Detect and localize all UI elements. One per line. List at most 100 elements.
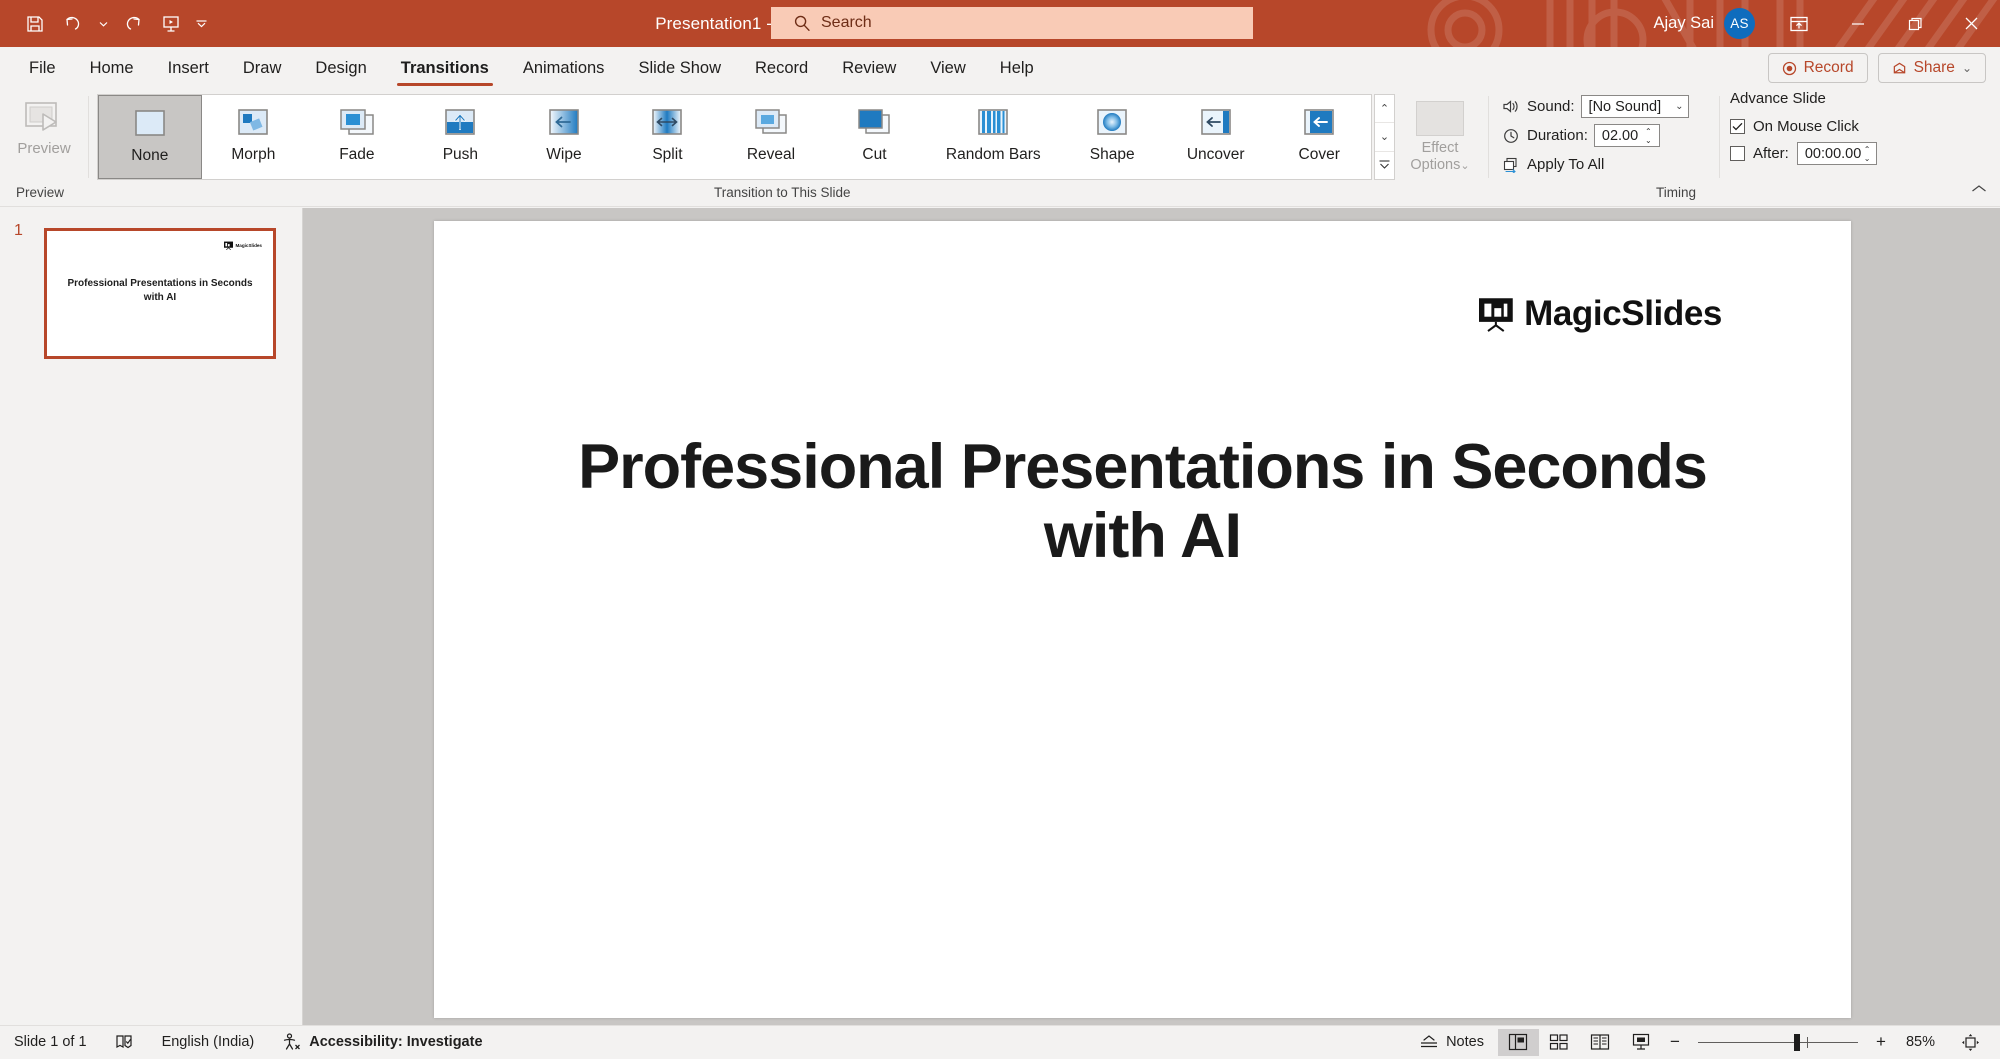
normal-view-button[interactable] [1498, 1029, 1539, 1056]
duration-input[interactable]: 02.00 ⌃⌄ [1594, 124, 1660, 147]
account-name[interactable]: Ajay Sai [1653, 14, 1714, 33]
sound-select[interactable]: [No Sound] ⌄ [1581, 95, 1689, 118]
tab-record[interactable]: Record [738, 47, 825, 89]
record-button[interactable]: Record [1768, 53, 1868, 83]
search-box[interactable]: Search [771, 7, 1253, 39]
tab-transitions[interactable]: Transitions [384, 47, 506, 89]
transition-tile-label: Uncover [1187, 146, 1245, 164]
tab-help[interactable]: Help [983, 47, 1051, 89]
gallery-scroll-down-button[interactable]: ⌄ [1375, 122, 1394, 150]
save-icon[interactable] [16, 6, 54, 42]
avatar[interactable]: AS [1724, 8, 1755, 39]
duration-stepper[interactable]: ⌃⌄ [1642, 124, 1655, 147]
slideshow-view-button[interactable] [1621, 1029, 1662, 1056]
transition-split-icon [645, 105, 689, 139]
notes-button[interactable]: Notes [1406, 1026, 1498, 1059]
collapse-ribbon-button[interactable] [1971, 182, 1987, 197]
zoom-out-button[interactable]: − [1662, 1032, 1688, 1052]
ribbon-display-options-icon[interactable] [1769, 0, 1829, 47]
language-label: English (India) [162, 1034, 255, 1050]
zoom-slider-thumb[interactable] [1794, 1034, 1800, 1051]
transition-tile-label: Fade [339, 146, 374, 164]
transition-morph-tile[interactable]: Morph [202, 95, 306, 179]
tab-slide-show[interactable]: Slide Show [621, 47, 738, 89]
chevron-down-bar-icon [1378, 160, 1391, 171]
group-divider [1719, 96, 1720, 178]
share-caret-icon[interactable]: ⌄ [1962, 61, 1972, 75]
transition-cut-tile[interactable]: Cut [823, 95, 927, 179]
group-divider [88, 96, 89, 178]
on-mouse-click-row[interactable]: On Mouse Click [1730, 113, 1960, 140]
transition-split-tile[interactable]: Split [616, 95, 720, 179]
slide-title-textbox[interactable]: Professional Presentations in Seconds wi… [554, 433, 1731, 570]
undo-icon[interactable] [54, 6, 92, 42]
tab-review[interactable]: Review [825, 47, 913, 89]
slide-logo[interactable]: MagicSlides [1479, 294, 1722, 334]
customize-qat-icon[interactable] [190, 6, 212, 42]
tab-home[interactable]: Home [73, 47, 151, 89]
on-mouse-click-checkbox[interactable] [1730, 119, 1745, 134]
close-button[interactable] [1943, 0, 2000, 47]
start-presentation-icon[interactable] [152, 6, 190, 42]
tab-insert[interactable]: Insert [151, 47, 226, 89]
after-checkbox[interactable] [1730, 146, 1745, 161]
effect-options-label-line1: Effect [1422, 140, 1459, 156]
after-value: 00:00.00 [1805, 146, 1861, 162]
notes-label: Notes [1446, 1034, 1484, 1050]
gallery-scroll-up-button[interactable]: ⌃ [1375, 95, 1394, 122]
share-button[interactable]: Share ⌄ [1878, 53, 1986, 83]
spellcheck-status[interactable] [101, 1026, 148, 1059]
redo-icon[interactable] [114, 6, 152, 42]
thumbnail-logo: MagicSlides [224, 241, 262, 250]
after-stepper[interactable]: ⌃⌄ [1861, 142, 1873, 165]
tab-label: Record [755, 59, 808, 78]
preview-label: Preview [17, 140, 70, 157]
tab-animations[interactable]: Animations [506, 47, 622, 89]
gallery-more-button[interactable] [1375, 151, 1394, 179]
slide-sorter-view-icon [1549, 1033, 1569, 1051]
tab-design[interactable]: Design [298, 47, 383, 89]
zoom-slider[interactable] [1698, 1042, 1858, 1043]
after-row[interactable]: After: 00:00.00 ⌃⌄ [1730, 140, 1960, 167]
effect-options-button[interactable]: Effect Options⌄ [1402, 92, 1478, 180]
zoom-in-button[interactable]: + [1868, 1032, 1894, 1052]
duration-value: 02.00 [1602, 128, 1638, 144]
transition-none-tile[interactable]: None [98, 95, 202, 179]
transition-wipe-tile[interactable]: Wipe [512, 95, 616, 179]
undo-dropdown-icon[interactable] [92, 6, 114, 42]
transition-cover-tile[interactable]: Cover [1267, 95, 1371, 179]
tab-draw[interactable]: Draw [226, 47, 299, 89]
transition-cut-icon [852, 105, 896, 139]
language-status[interactable]: English (India) [148, 1026, 269, 1059]
restore-button[interactable] [1886, 0, 1943, 47]
advance-slide-header: Advance Slide [1730, 90, 1960, 107]
transition-uncover-tile[interactable]: Uncover [1164, 95, 1268, 179]
transition-reveal-tile[interactable]: Reveal [719, 95, 823, 179]
slide-count[interactable]: Slide 1 of 1 [0, 1026, 101, 1059]
minimize-button[interactable] [1829, 0, 1886, 47]
thumbnail-logo-text: MagicSlides [235, 243, 262, 248]
slide-editing-surface[interactable]: MagicSlides Professional Presentations i… [434, 221, 1851, 1018]
fit-slide-to-window-button[interactable] [1947, 1026, 1992, 1059]
tab-view[interactable]: View [913, 47, 982, 89]
transition-random-bars-tile[interactable]: Random Bars [926, 95, 1060, 179]
transition-fade-tile[interactable]: Fade [305, 95, 409, 179]
timing-group: Sound: [No Sound] ⌄ Duration: 02.00 ⌃⌄ A… [1500, 92, 1715, 180]
after-time-input[interactable]: 00:00.00 ⌃⌄ [1797, 142, 1877, 165]
reading-view-button[interactable] [1580, 1029, 1621, 1056]
transition-shape-tile[interactable]: Shape [1060, 95, 1164, 179]
zoom-slider-track[interactable] [1698, 1042, 1858, 1043]
apply-to-all-button[interactable]: Apply To All [1500, 150, 1715, 179]
transition-push-tile[interactable]: Push [409, 95, 513, 179]
slide-sorter-view-button[interactable] [1539, 1029, 1580, 1056]
effect-options-caret-icon[interactable]: ⌄ [1460, 160, 1469, 172]
tab-file[interactable]: File [12, 47, 73, 89]
chevron-down-icon[interactable]: ⌄ [1675, 101, 1683, 112]
slide-thumbnail-1[interactable]: MagicSlides Professional Presentations i… [44, 228, 276, 359]
duration-label: Duration: [1527, 127, 1588, 144]
accessibility-status[interactable]: Accessibility: Investigate [268, 1026, 496, 1059]
preview-button[interactable]: Preview [8, 92, 80, 180]
thumbnail-title: Professional Presentations in Seconds wi… [61, 277, 259, 305]
tab-label: Draw [243, 59, 282, 78]
zoom-level[interactable]: 85% [1894, 1026, 1947, 1059]
